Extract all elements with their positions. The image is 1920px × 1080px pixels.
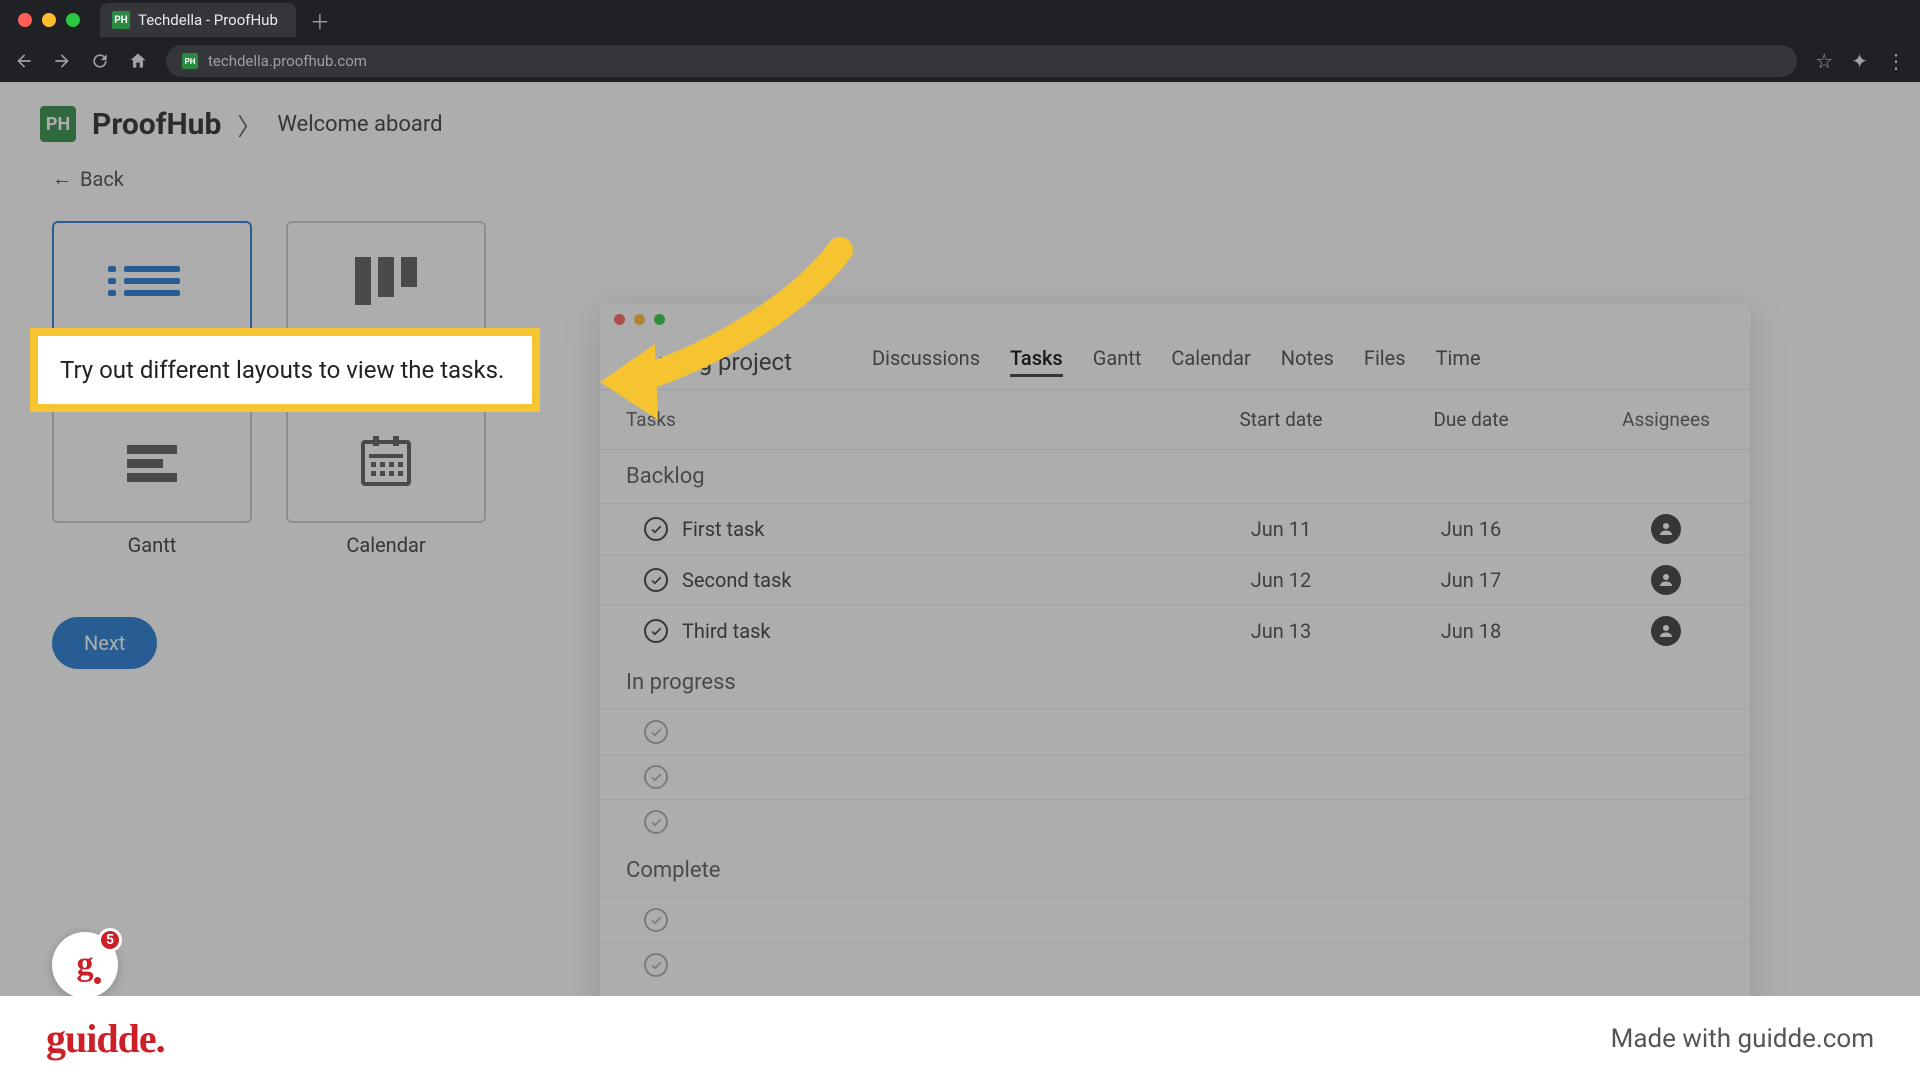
calendar-layout-icon (361, 440, 411, 486)
url-text: techdella.proofhub.com (208, 52, 367, 70)
check-circle-icon[interactable] (644, 953, 668, 977)
due-date: Jun 17 (1376, 568, 1566, 592)
extensions-icon[interactable]: ✦ (1851, 49, 1868, 73)
guidde-dot-icon (94, 977, 101, 984)
window-controls[interactable] (18, 13, 80, 27)
table-row[interactable]: Third task Jun 13 Jun 18 (600, 605, 1750, 656)
check-circle-icon[interactable] (644, 619, 668, 643)
table-row[interactable] (600, 897, 1750, 942)
task-name: Second task (682, 568, 792, 592)
tab-gantt[interactable]: Gantt (1093, 346, 1142, 377)
gantt-layout-icon (127, 440, 177, 487)
back-label: Back (80, 167, 124, 191)
guidde-footer: guidde. Made with guidde.com (0, 996, 1920, 1080)
start-date: Jun 11 (1186, 517, 1376, 541)
forward-icon[interactable] (52, 51, 72, 71)
section-complete[interactable]: Complete (600, 844, 1750, 897)
tasks-table: Tasks Start date Due date Assignees Back… (600, 389, 1750, 987)
browser-chrome: PH Techdella - ProofHub ＋ PH techdella.p… (0, 0, 1920, 82)
proofhub-logo-icon: PH (40, 106, 76, 142)
site-favicon-icon: PH (182, 53, 198, 69)
tab-files[interactable]: Files (1364, 346, 1406, 377)
layout-label-gantt: Gantt (52, 533, 252, 557)
project-tabs: Discussions Tasks Gantt Calendar Notes F… (872, 346, 1481, 377)
col-due-date: Due date (1376, 408, 1566, 431)
check-circle-icon[interactable] (644, 810, 668, 834)
layout-label-calendar: Calendar (286, 533, 486, 557)
minimize-window-icon[interactable] (42, 13, 56, 27)
col-assignees: Assignees (1566, 408, 1750, 431)
task-name: First task (682, 517, 764, 541)
back-icon[interactable] (14, 51, 34, 71)
browser-menu-icon[interactable]: ⋮ (1886, 49, 1906, 73)
due-date: Jun 16 (1376, 517, 1566, 541)
tab-calendar[interactable]: Calendar (1171, 346, 1250, 377)
annotation-arrow-icon (580, 232, 880, 452)
made-with-text: Made with guidde.com (1611, 1024, 1874, 1054)
table-row[interactable] (600, 942, 1750, 987)
check-circle-icon[interactable] (644, 765, 668, 789)
back-link[interactable]: ← Back (0, 166, 1920, 201)
tab-title: Techdella - ProofHub (138, 11, 278, 29)
new-tab-button[interactable]: ＋ (310, 6, 330, 35)
due-date: Jun 18 (1376, 619, 1566, 643)
next-button[interactable]: Next (52, 617, 157, 669)
chevron-right-icon: 〉 (237, 107, 261, 142)
breadcrumb[interactable]: Welcome aboard (277, 112, 442, 137)
start-date: Jun 13 (1186, 619, 1376, 643)
app-header: PH ProofHub 〉 Welcome aboard (0, 82, 1920, 166)
table-row[interactable]: First task Jun 11 Jun 16 (600, 503, 1750, 554)
check-circle-icon[interactable] (644, 568, 668, 592)
start-date: Jun 12 (1186, 568, 1376, 592)
tab-favicon-icon: PH (112, 11, 130, 29)
assignee-avatar-icon[interactable] (1651, 616, 1681, 646)
check-circle-icon[interactable] (644, 720, 668, 744)
tab-notes[interactable]: Notes (1281, 346, 1334, 377)
address-bar[interactable]: PH techdella.proofhub.com (166, 45, 1797, 77)
tab-tasks[interactable]: Tasks (1010, 346, 1063, 377)
browser-tab[interactable]: PH Techdella - ProofHub (100, 3, 296, 37)
guidde-widget[interactable]: g 5 (52, 932, 118, 998)
bookmark-star-icon[interactable]: ☆ (1815, 49, 1833, 73)
tab-time[interactable]: Time (1436, 346, 1481, 377)
table-row[interactable] (600, 754, 1750, 799)
layout-option-gantt[interactable]: Gantt (52, 403, 252, 557)
table-row[interactable] (600, 709, 1750, 754)
tab-discussions[interactable]: Discussions (872, 346, 980, 377)
layout-option-calendar[interactable]: Calendar (286, 403, 486, 557)
reload-icon[interactable] (90, 51, 110, 71)
assignee-avatar-icon[interactable] (1651, 565, 1681, 595)
maximize-window-icon[interactable] (66, 13, 80, 27)
app-name[interactable]: ProofHub (92, 107, 221, 142)
check-circle-icon[interactable] (644, 517, 668, 541)
callout-text: Try out different layouts to view the ta… (60, 356, 504, 384)
task-name: Third task (682, 619, 771, 643)
guidde-logo[interactable]: guidde. (46, 1015, 165, 1062)
guidde-g-icon: g (77, 946, 94, 984)
board-layout-icon (355, 257, 417, 305)
check-circle-icon[interactable] (644, 908, 668, 932)
section-in-progress[interactable]: In progress (600, 656, 1750, 709)
table-row[interactable] (600, 799, 1750, 844)
guidde-badge-count: 5 (98, 928, 122, 952)
arrow-left-icon: ← (52, 166, 72, 191)
col-start-date: Start date (1186, 408, 1376, 431)
section-backlog[interactable]: Backlog (600, 450, 1750, 503)
table-row[interactable]: Second task Jun 12 Jun 17 (600, 554, 1750, 605)
instruction-callout: Try out different layouts to view the ta… (30, 328, 540, 412)
home-icon[interactable] (128, 51, 148, 71)
assignee-avatar-icon[interactable] (1651, 514, 1681, 544)
table-layout-icon (124, 260, 180, 302)
close-window-icon[interactable] (18, 13, 32, 27)
